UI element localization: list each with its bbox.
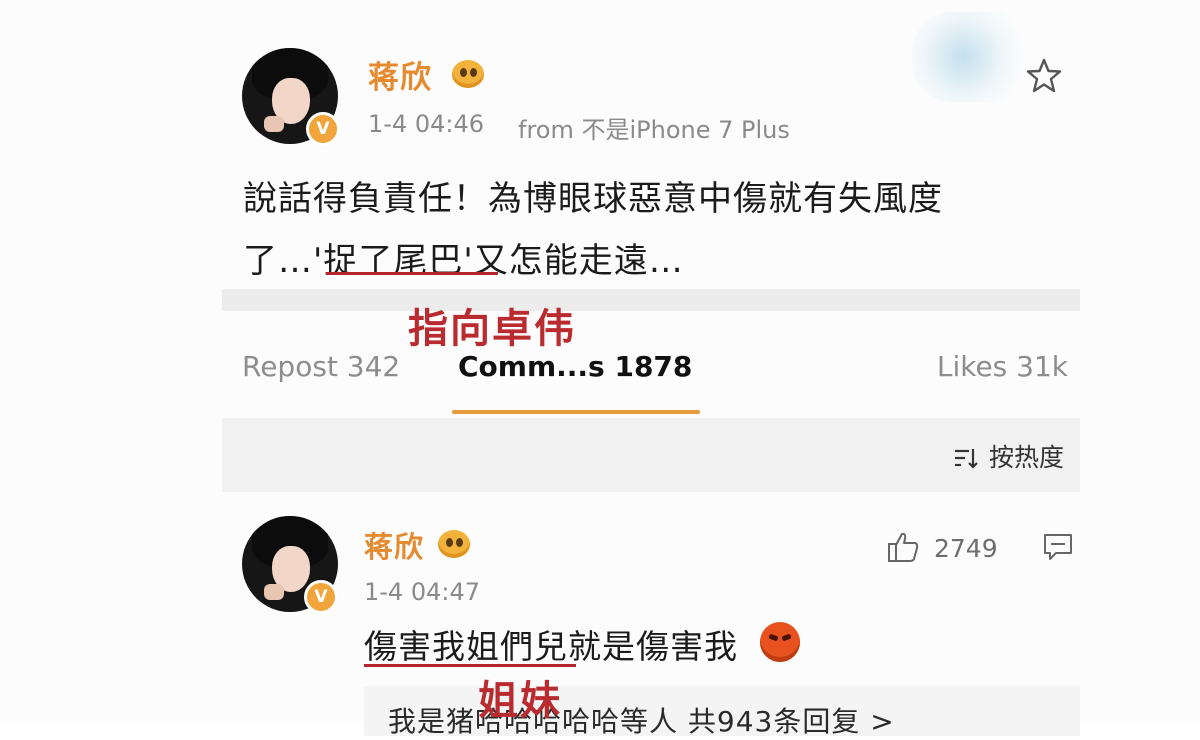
avatar-hand [264,584,284,600]
emoji-badge [438,530,470,558]
corner-decoration [912,12,1040,102]
verified-badge: V [306,112,340,146]
star-icon[interactable] [1024,56,1064,96]
stats-tabs: Repost 342 Comm...s 1878 Likes 31k [222,340,1080,400]
tab-repost[interactable]: Repost 342 [242,350,400,383]
reply-preview[interactable]: 我是猪哈哈哈哈哈等人 共943条回复 > [364,686,1080,738]
active-tab-indicator [452,410,700,414]
comment-underline [364,664,576,667]
sort-bar: 按热度 [222,418,1080,492]
like-icon[interactable] [886,530,920,564]
tab-comments[interactable]: Comm...s 1878 [458,350,692,383]
post-username[interactable]: 蒋欣 [368,52,432,97]
post-text-line-2: 了…'捉了尾巴'又怎能走遠… [243,241,684,281]
emoji-badge [452,60,484,88]
angry-emoji [760,622,800,662]
divider [222,289,1080,311]
reply-icon[interactable] [1042,532,1074,562]
annotation-underline [326,272,498,275]
post-source: from 不是iPhone 7 Plus [518,116,790,144]
weibo-screenshot: V 蒋欣 1-4 04:46 from 不是iPhone 7 Plus 說話得負… [0,0,1200,738]
sort-label: 按热度 [988,443,1064,472]
post-text-line-1: 說話得負責任！為博眼球惡意中傷就有失風度 [243,179,943,219]
comment-timestamp: 1-4 04:47 [364,578,480,606]
comment-like-count: 2749 [934,534,998,563]
verified-badge: V [304,580,338,614]
annotation-bottom: 姐妹 [478,678,562,724]
avatar-hand [264,116,284,132]
post-timestamp: 1-4 04:46 [368,110,484,138]
sort-button[interactable]: 按热度 [953,438,1064,474]
sort-icon [954,449,978,469]
comment-username[interactable]: 蒋欣 [364,524,424,566]
reply-preview-text: 我是猪哈哈哈哈哈等人 共943条回复 > [388,705,895,738]
comment-text: 傷害我姐們兒就是傷害我 [364,627,738,666]
tab-likes[interactable]: Likes 31k [937,350,1068,383]
